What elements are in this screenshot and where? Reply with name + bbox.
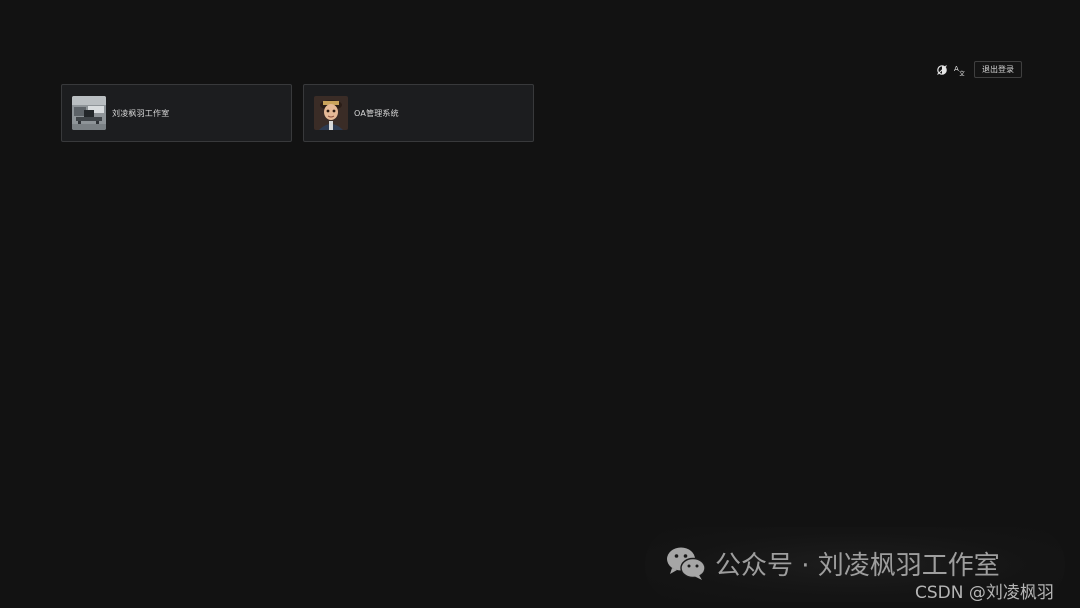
app-card-studio[interactable]: 刘凌枫羽工作室 <box>61 84 292 142</box>
language-switch-icon[interactable]: A 文 <box>954 64 966 76</box>
svg-text:文: 文 <box>959 70 965 76</box>
logout-button[interactable]: 退出登录 <box>974 61 1022 78</box>
csdn-watermark-text: CSDN @刘凌枫羽 <box>915 583 1054 603</box>
wechat-watermark: 公众号 · 刘凌枫羽工作室 <box>665 544 1000 582</box>
wechat-watermark-text: 公众号 · 刘凌枫羽工作室 <box>715 550 1000 581</box>
app-launcher-page: A 文 退出登录 刘凌枫羽工作室 OA管理系统 公众号 · 刘凌枫羽工作室 CS… <box>0 0 1080 608</box>
app-name-label: OA管理系统 <box>354 108 399 118</box>
app-thumbnail-office <box>72 96 106 130</box>
app-name-label: 刘凌枫羽工作室 <box>112 108 170 118</box>
header-toolbar: A 文 退出登录 <box>936 61 1022 78</box>
app-thumbnail-avatar <box>314 96 348 130</box>
theme-toggle-icon[interactable] <box>936 64 948 76</box>
app-card-oa[interactable]: OA管理系统 <box>303 84 534 142</box>
wechat-icon <box>665 544 707 582</box>
